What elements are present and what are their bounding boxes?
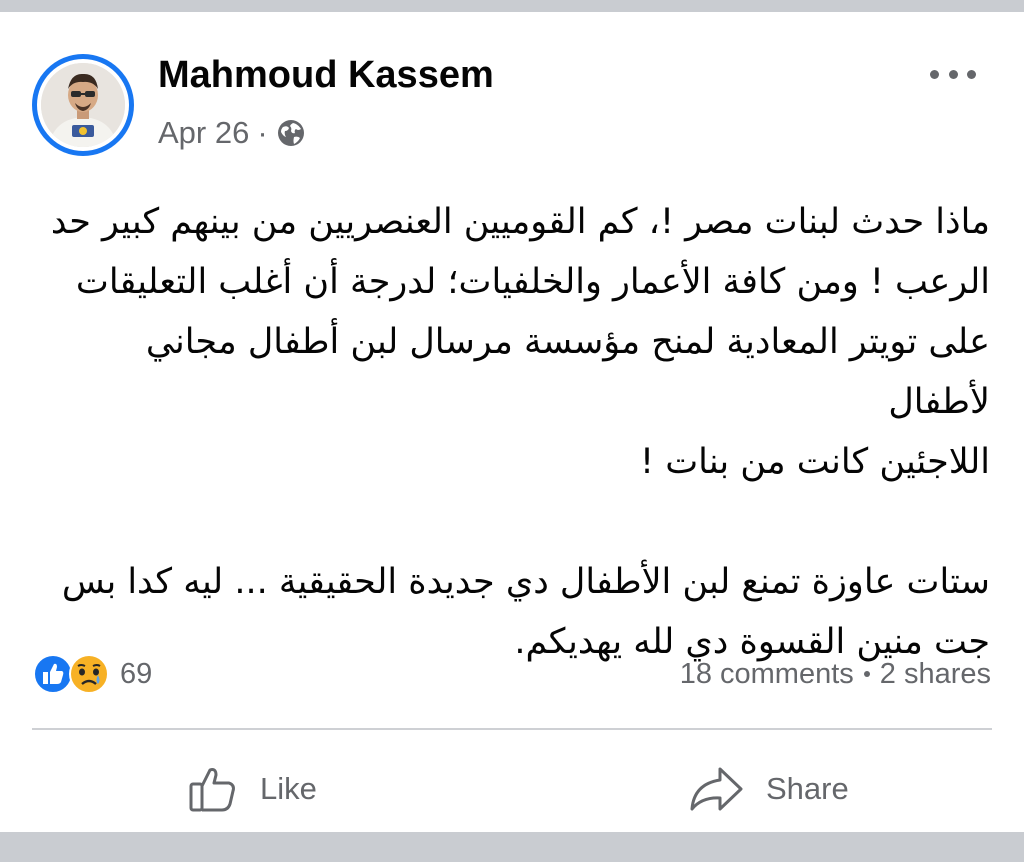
post-card: Mahmoud Kassem Apr 26 · ماذا حدث لبنات م… (0, 12, 1024, 832)
like-button[interactable]: Like (188, 760, 317, 818)
post-stats: 18 comments 2 shares (680, 652, 991, 696)
more-dot-icon (967, 69, 976, 79)
avatar-frame (37, 59, 129, 151)
avatar-photo (41, 63, 125, 147)
reaction-count: 69 (120, 657, 153, 690)
avatar[interactable] (32, 54, 134, 156)
share-button[interactable]: Share (688, 760, 849, 818)
globe-icon (276, 118, 306, 148)
meta-separator: · (257, 115, 268, 150)
post-body: ماذا حدث لبنات مصر !، كم القوميين العنصر… (34, 192, 990, 672)
author-name[interactable]: Mahmoud Kassem (158, 54, 494, 97)
like-label: Like (260, 771, 317, 806)
action-divider (32, 728, 992, 730)
comments-count[interactable]: 18 comments (680, 658, 854, 691)
feed-separator (0, 832, 1024, 862)
share-arrow-icon (688, 765, 744, 813)
stats-separator (863, 671, 870, 677)
post-paragraph: ماذا حدث لبنات مصر !، كم القوميين العنصر… (50, 202, 990, 482)
reactions-summary[interactable]: 69 (32, 652, 152, 696)
more-options-button[interactable] (930, 62, 976, 86)
shares-count[interactable]: 2 shares (880, 658, 991, 691)
sad-icon (68, 653, 110, 695)
post-date[interactable]: Apr 26 (158, 115, 249, 151)
thumbs-up-icon (188, 764, 238, 814)
share-label: Share (766, 771, 849, 806)
more-dot-icon (930, 69, 939, 79)
post-meta: Apr 26 · (158, 113, 306, 153)
more-dot-icon (948, 69, 958, 79)
